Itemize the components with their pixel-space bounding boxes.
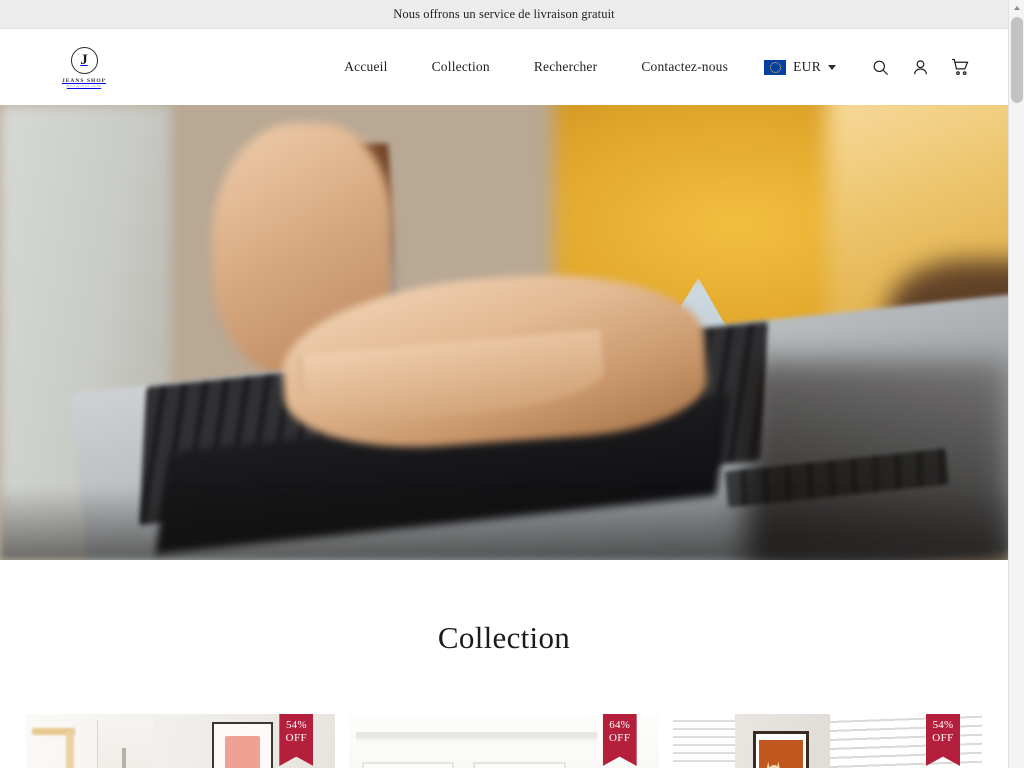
product-card[interactable]: 54% OFF (672, 714, 982, 768)
announcement-text: Nous offrons un service de livraison gra… (393, 6, 615, 21)
chevron-down-icon (828, 64, 836, 70)
account-icon[interactable] (900, 47, 940, 87)
discount-percent: 54% (285, 719, 307, 731)
discount-off-label: OFF (285, 731, 308, 744)
logo-subtitle: BOUTIQUE EN LIGNE (66, 84, 102, 88)
eu-flag-icon (764, 59, 787, 75)
site-header: J JEANS SHOP BOUTIQUE EN LIGNE Accueil C… (0, 29, 1008, 105)
site-logo[interactable]: J JEANS SHOP BOUTIQUE EN LIGNE (48, 46, 120, 88)
discount-percent: 64% (609, 719, 631, 731)
collection-section: Collection 54% OFF 64% OFF 54% OFF (0, 560, 1008, 768)
discount-off-label: OFF (608, 731, 631, 744)
hero-banner[interactable] (0, 105, 1008, 560)
main-navigation: Accueil Collection Rechercher Contactez-… (344, 59, 728, 75)
nav-item-collection[interactable]: Collection (432, 59, 490, 75)
discount-percent: 54% (932, 719, 954, 731)
logo-wordmark: JEANS SHOP (61, 77, 107, 84)
hero-image (0, 105, 1008, 560)
nav-item-contactez-nous[interactable]: Contactez-nous (641, 59, 728, 75)
collection-title: Collection (437, 620, 571, 655)
product-card[interactable]: 64% OFF (349, 714, 659, 768)
product-card[interactable]: 54% OFF (26, 714, 336, 768)
page-root: Nous offrons un service de livraison gra… (0, 0, 1008, 768)
currency-selector[interactable]: EUR (764, 59, 836, 75)
nav-item-accueil[interactable]: Accueil (344, 59, 387, 75)
discount-off-label: OFF (932, 731, 954, 744)
announcement-bar: Nous offrons un service de livraison gra… (0, 0, 1008, 29)
cart-icon[interactable] (940, 47, 980, 87)
header-actions: EUR (764, 47, 980, 87)
currency-code: EUR (793, 59, 821, 74)
scroll-up-arrow-icon[interactable] (1009, 0, 1024, 16)
logo-monogram: J (70, 46, 98, 74)
vertical-scrollbar[interactable] (1008, 0, 1024, 768)
nav-item-rechercher[interactable]: Rechercher (534, 59, 597, 75)
search-icon[interactable] (860, 47, 900, 87)
scrollbar-thumb[interactable] (1011, 17, 1023, 103)
product-card-grid: 54% OFF 64% OFF 54% OFF (0, 714, 1008, 768)
